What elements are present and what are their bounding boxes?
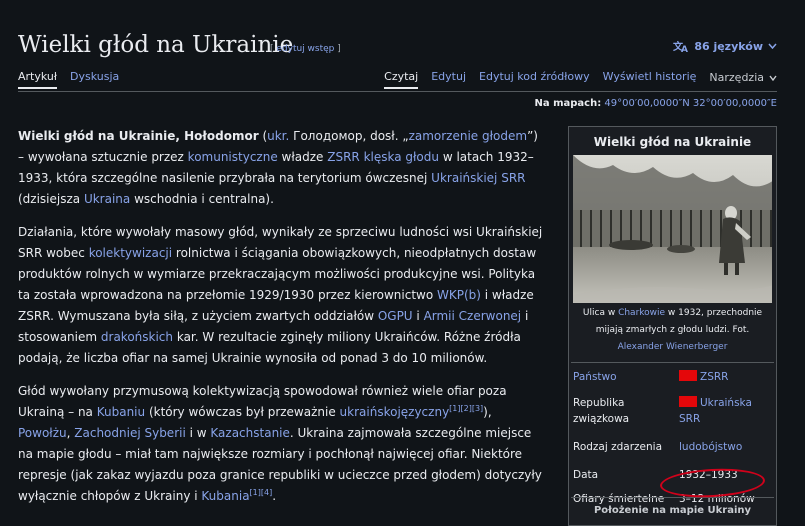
page-title: Wielki głód na Ukrainie — [18, 32, 294, 58]
link-armii-czerwonej[interactable]: Armii Czerwonej — [424, 309, 522, 323]
link-drakonskich[interactable]: drakońskich — [101, 330, 173, 344]
link-charkowie[interactable]: Charkowie — [618, 308, 665, 318]
translate-icon: 文 A — [673, 40, 688, 53]
infobox-row-date: Data 1932–1933 — [569, 467, 776, 491]
infobox-row-country: Państwo ZSRR — [569, 369, 776, 391]
infobox-value-date: 1932–1933 — [679, 469, 738, 481]
coordinates-label: Na mapach: — [534, 98, 602, 109]
tab-edit[interactable]: Edytuj — [431, 70, 466, 89]
link-zachodniej-syberii[interactable]: Zachodniej Syberii — [74, 426, 186, 440]
infobox-row-republic: Republika związkowa Ukraińska SRR — [569, 395, 776, 435]
tools-menu[interactable]: Narzędzia — [709, 70, 777, 89]
link-ukrainskojezyczny[interactable]: ukraińskojęzyczny — [340, 405, 450, 419]
link-ogpu[interactable]: OGPU — [378, 309, 413, 323]
link-kubaniu[interactable]: Kubaniu — [97, 405, 145, 419]
link-ludobojstwo[interactable]: ludobójstwo — [679, 439, 775, 455]
infobox-divider — [571, 362, 774, 363]
citation-link[interactable]: [1][2][3] — [449, 404, 483, 413]
link-zsrr-infobox[interactable]: ZSRR — [700, 371, 728, 383]
language-selector[interactable]: 文 A 86 języków — [673, 39, 777, 53]
infobox-label-country[interactable]: Państwo — [573, 369, 673, 385]
flag-icon — [679, 396, 697, 407]
tab-edit-source[interactable]: Edytuj kod źródłowy — [479, 70, 590, 89]
coordinates-link[interactable]: 49°00′00,0000″N 32°00′00,0000″E — [604, 98, 777, 109]
paragraph-3: Głód wywołany przymusową kolektywizacją … — [18, 381, 546, 507]
infobox-caption: Ulica w Charkowie w 1932, przechodnie mi… — [569, 303, 776, 356]
infobox-photo[interactable] — [573, 155, 772, 303]
link-powolzu[interactable]: Powołżu — [18, 426, 67, 440]
language-count: 86 języków — [694, 39, 763, 53]
text: i — [412, 309, 424, 323]
flag-icon — [679, 370, 697, 381]
paragraph-1: Wielki głód na Ukrainie, Hołodomor (ukr.… — [18, 126, 546, 210]
infobox-divider — [571, 497, 774, 498]
link-wkpb[interactable]: WKP(b) — [437, 288, 481, 302]
infobox-label-republic: Republika związkowa — [573, 397, 630, 425]
coordinates: Na mapach: 49°00′00,0000″N 32°00′00,0000… — [535, 98, 778, 109]
link-ukraina[interactable]: Ukraina — [84, 192, 130, 206]
text: . — [272, 489, 277, 503]
tab-discussion[interactable]: Dyskusja — [70, 70, 119, 89]
link-ukrainska-srr[interactable]: Ukraińskiej SRR — [431, 171, 525, 185]
infobox-value-country: ZSRR — [679, 369, 775, 385]
edit-intro-bracket-close: ] — [334, 44, 341, 54]
svg-text:A: A — [681, 45, 688, 53]
infobox-value-republic: Ukraińska SRR — [679, 395, 775, 427]
link-photo-author[interactable]: Alexander Wienerberger — [618, 342, 728, 352]
tab-history[interactable]: Wyświetl historię — [603, 70, 697, 89]
text: (który wówczas był przeważnie — [145, 405, 340, 419]
infobox: Wielki głód na Ukrainie Ulica w Charkowi… — [568, 126, 777, 526]
article-body: Wielki głód na Ukrainie, Hołodomor (ukr.… — [18, 126, 546, 519]
edit-intro-link[interactable]: edytuj wstęp — [276, 44, 334, 54]
tab-read[interactable]: Czytaj — [384, 70, 419, 89]
text: i w — [185, 426, 211, 440]
link-kazachstanie[interactable]: Kazachstanie — [210, 426, 290, 440]
edit-intro: [ edytuj wstęp ] — [270, 44, 341, 54]
caption-text: Ulica w — [582, 308, 619, 318]
text: wschodnia i centralna). — [130, 192, 274, 206]
infobox-map-heading: Położenie na mapie Ukrainy — [593, 505, 752, 516]
chevron-down-icon — [768, 43, 777, 49]
link-kubania[interactable]: Kubania — [201, 489, 249, 503]
page-header: Wielki głód na Ukrainie [ edytuj wstęp ]… — [18, 30, 777, 64]
link-kleska-glodu[interactable]: klęska głodu — [364, 150, 439, 164]
text: ( — [258, 129, 268, 143]
link-zamorzenie[interactable]: zamorzenie głodem — [409, 129, 528, 143]
chevron-down-icon — [769, 75, 777, 81]
page-tabs: Artykuł Dyskusja Czytaj Edytuj Edytuj ko… — [18, 68, 777, 92]
text: władze — [277, 150, 328, 164]
street-photo-illustration — [573, 155, 772, 303]
link-ukr[interactable]: ukr. — [267, 129, 289, 143]
infobox-label-event-type: Rodzaj zdarzenia — [573, 441, 663, 453]
paragraph-2: Działania, które wywołały masowy głód, w… — [18, 222, 546, 369]
tab-article[interactable]: Artykuł — [18, 70, 57, 89]
lead-bold: Wielki głód na Ukrainie, Hołodomor — [18, 129, 259, 143]
link-komunistyczne[interactable]: komunistyczne — [188, 150, 278, 164]
link-zsrr[interactable]: ZSRR — [327, 150, 360, 164]
tools-label: Narzędzia — [709, 71, 764, 84]
infobox-row-event-type: Rodzaj zdarzenia ludobójstwo — [569, 439, 776, 463]
text: ), — [483, 405, 492, 419]
infobox-label-date: Data — [573, 469, 599, 481]
text: Голодомор, dosł. „ — [289, 129, 409, 143]
link-kolektywizacji[interactable]: kolektywizacji — [89, 246, 172, 260]
infobox-title: Wielki głód na Ukrainie — [593, 135, 752, 149]
citation-link[interactable]: [1][4] — [250, 488, 273, 497]
text: (dzisiejsza — [18, 192, 84, 206]
